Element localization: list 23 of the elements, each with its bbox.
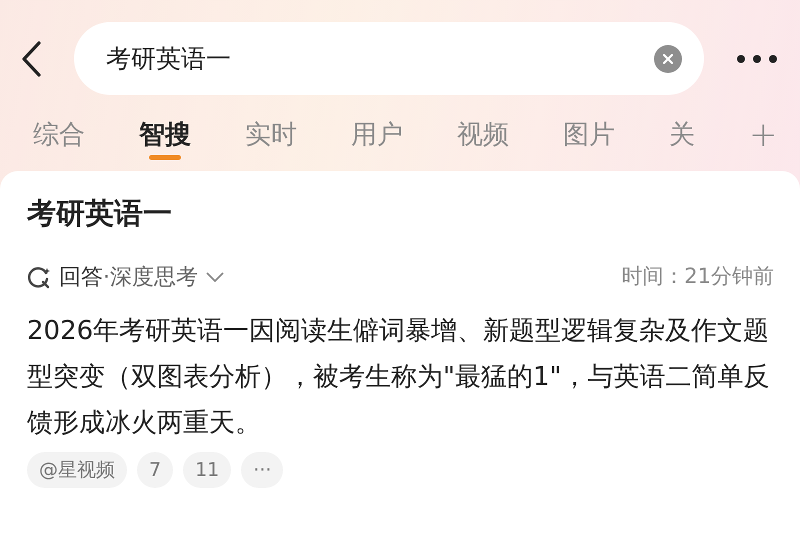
tab[interactable]: 视频 xyxy=(457,112,509,162)
clear-icon[interactable] xyxy=(654,44,682,72)
source-chip[interactable]: @星视频 xyxy=(27,452,127,488)
search-bar[interactable]: 考研英语一 xyxy=(74,22,704,95)
tab[interactable]: 图片 xyxy=(563,112,615,162)
answer-text: 2026年考研英语一因阅读生僻词暴增、新题型逻辑复杂及作文题型突变（双图表分析），被考生称为"最猛的1"，与英语二简单反馈形成冰火两重天。 xyxy=(27,314,770,440)
tab[interactable]: 智搜 xyxy=(139,112,191,162)
source-chip[interactable]: 7 xyxy=(137,452,174,488)
source-chip[interactable]: ··· xyxy=(241,452,284,488)
timestamp: 时间：21分钟前 xyxy=(621,263,774,290)
tab[interactable]: 综合 xyxy=(33,112,85,162)
more-icon[interactable] xyxy=(736,54,778,64)
back-icon[interactable] xyxy=(20,40,42,76)
answer-mode-dropdown[interactable]: 回答·深度思考 xyxy=(59,260,224,294)
search-input[interactable]: 考研英语一 xyxy=(104,38,654,78)
add-tab-button[interactable]: + xyxy=(749,108,778,166)
tab[interactable]: 用户 xyxy=(351,112,403,162)
source-chip[interactable]: 11 xyxy=(183,452,232,488)
chevron-down-icon[interactable] xyxy=(206,272,224,282)
result-title: 考研英语一 xyxy=(27,195,173,232)
search-icon xyxy=(27,265,51,290)
tab[interactable]: 关 xyxy=(669,112,695,162)
tab[interactable]: 实时 xyxy=(245,112,297,162)
